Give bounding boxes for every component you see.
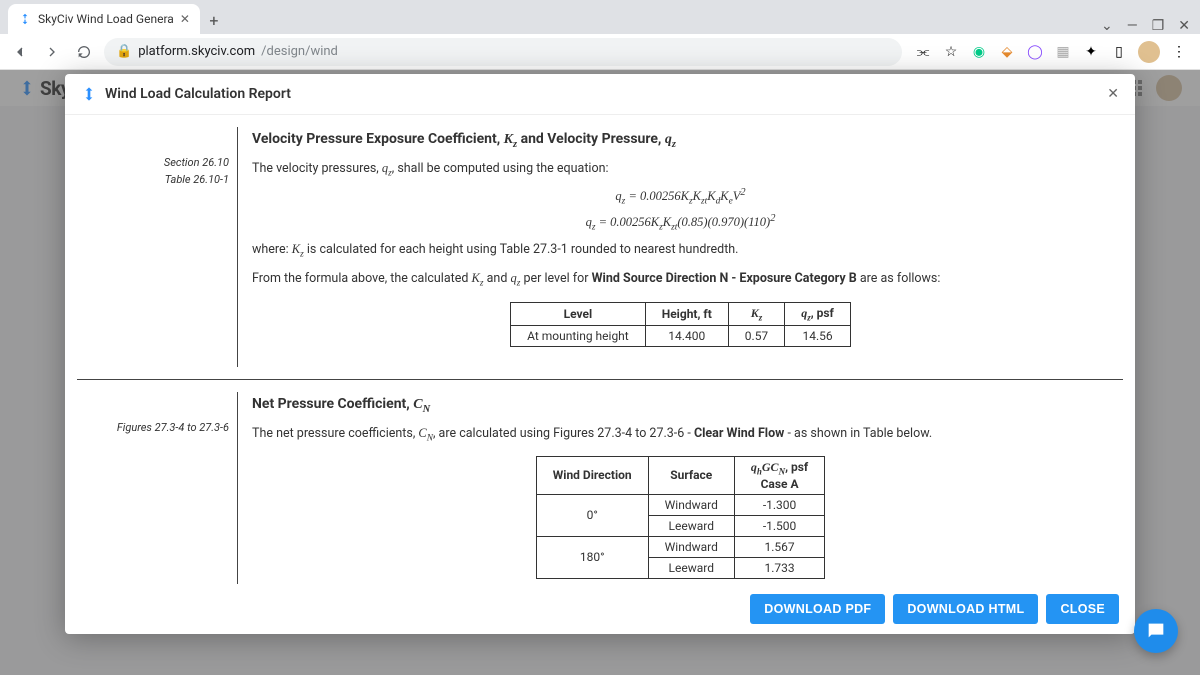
new-tab-button[interactable]: + (200, 6, 228, 34)
equation: qz = 0.00256KzKzt(0.85)(0.970)(110)2 (252, 213, 1109, 233)
logo-icon (81, 86, 97, 102)
minimize-icon[interactable]: — (1127, 18, 1138, 34)
address-bar[interactable]: 🔒 platform.skyciv.com/design/wind (104, 38, 902, 66)
intro-text: The net pressure coefficients, CN, are c… (252, 423, 1109, 447)
ext4-icon[interactable]: ▦ (1054, 43, 1072, 61)
section-ref: Section 26.10 (77, 155, 229, 172)
th-kz: Kz (728, 302, 784, 325)
equation: qz = 0.00256KzKztKdKeV2 (252, 187, 1109, 207)
ext3-icon[interactable]: ◯ (1026, 43, 1044, 61)
section-velocity-pressure: Section 26.10 Table 26.10-1 Velocity Pre… (77, 115, 1123, 380)
th-level: Level (511, 302, 646, 325)
report-modal: Wind Load Calculation Report ✕ Section 2… (65, 74, 1135, 634)
close-tab-icon[interactable]: ✕ (180, 12, 190, 26)
browser-tab[interactable]: SkyCiv Wind Load Genera ✕ (8, 4, 200, 34)
modal-close-icon[interactable]: ✕ (1107, 86, 1119, 102)
url-path: /design/wind (261, 44, 338, 59)
download-pdf-button[interactable]: DOWNLOAD PDF (750, 594, 885, 624)
table-row: At mounting height 14.400 0.57 14.56 (511, 326, 851, 347)
section-heading: Velocity Pressure Exposure Coefficient, … (252, 127, 1109, 150)
browser-toolbar: 🔒 platform.skyciv.com/design/wind ⫘ ☆ ◉ … (0, 34, 1200, 70)
chat-icon (1145, 620, 1167, 642)
ext1-icon[interactable]: ◉ (970, 43, 988, 61)
section-ref: Figures 27.3-4 to 27.3-6 (77, 420, 229, 437)
reader-icon[interactable]: ▯ (1110, 43, 1128, 61)
section-ref: Table 26.10-1 (77, 172, 229, 189)
url-host: platform.skyciv.com (138, 44, 255, 59)
star-icon[interactable]: ☆ (942, 43, 960, 61)
kz-table: Level Height, ft Kz qz, psf At mounting … (510, 302, 851, 347)
from-text: From the formula above, the calculated K… (252, 268, 1109, 292)
kebab-menu-icon[interactable]: ⋮ (1170, 43, 1188, 61)
lock-icon: 🔒 (116, 44, 132, 59)
th-qhgcn: qhGCN, psfCase A (734, 457, 824, 494)
share-icon[interactable]: ⫘ (914, 43, 932, 61)
where-text: where: Kz is calculated for each height … (252, 239, 1109, 263)
th-qz: qz, psf (785, 302, 851, 325)
intro-text: The velocity pressures, qz, shall be com… (252, 158, 1109, 182)
back-button[interactable] (8, 40, 32, 64)
intercom-chat-button[interactable] (1134, 609, 1178, 653)
download-html-button[interactable]: DOWNLOAD HTML (893, 594, 1038, 624)
extensions-icon[interactable]: ✦ (1082, 43, 1100, 61)
th-wind-dir: Wind Direction (536, 457, 648, 494)
profile-avatar-icon[interactable] (1138, 41, 1160, 63)
close-window-icon[interactable]: ✕ (1178, 18, 1190, 34)
report-body[interactable]: Section 26.10 Table 26.10-1 Velocity Pre… (65, 115, 1135, 584)
ext2-icon[interactable]: ⬙ (998, 43, 1016, 61)
modal-overlay: Wind Load Calculation Report ✕ Section 2… (0, 70, 1200, 675)
browser-tabbar: SkyCiv Wind Load Genera ✕ + ⌄ — ❐ ✕ (0, 0, 1200, 34)
th-height: Height, ft (645, 302, 728, 325)
cn-table: Wind Direction Surface qhGCN, psfCase A … (536, 456, 825, 578)
favicon-icon (18, 12, 32, 26)
reload-button[interactable] (72, 40, 96, 64)
th-surface: Surface (648, 457, 734, 494)
table-row: 0° Windward -1.300 (536, 494, 824, 515)
close-button[interactable]: CLOSE (1046, 594, 1119, 624)
restore-icon[interactable]: ❐ (1152, 18, 1165, 34)
modal-title: Wind Load Calculation Report (105, 86, 291, 102)
forward-button[interactable] (40, 40, 64, 64)
tab-title: SkyCiv Wind Load Genera (38, 12, 174, 26)
section-net-pressure: Figures 27.3-4 to 27.3-6 Net Pressure Co… (77, 380, 1123, 584)
chevron-down-icon[interactable]: ⌄ (1101, 18, 1113, 34)
table-row: 180° Windward 1.567 (536, 536, 824, 557)
section-heading: Net Pressure Coefficient, CN (252, 392, 1109, 415)
